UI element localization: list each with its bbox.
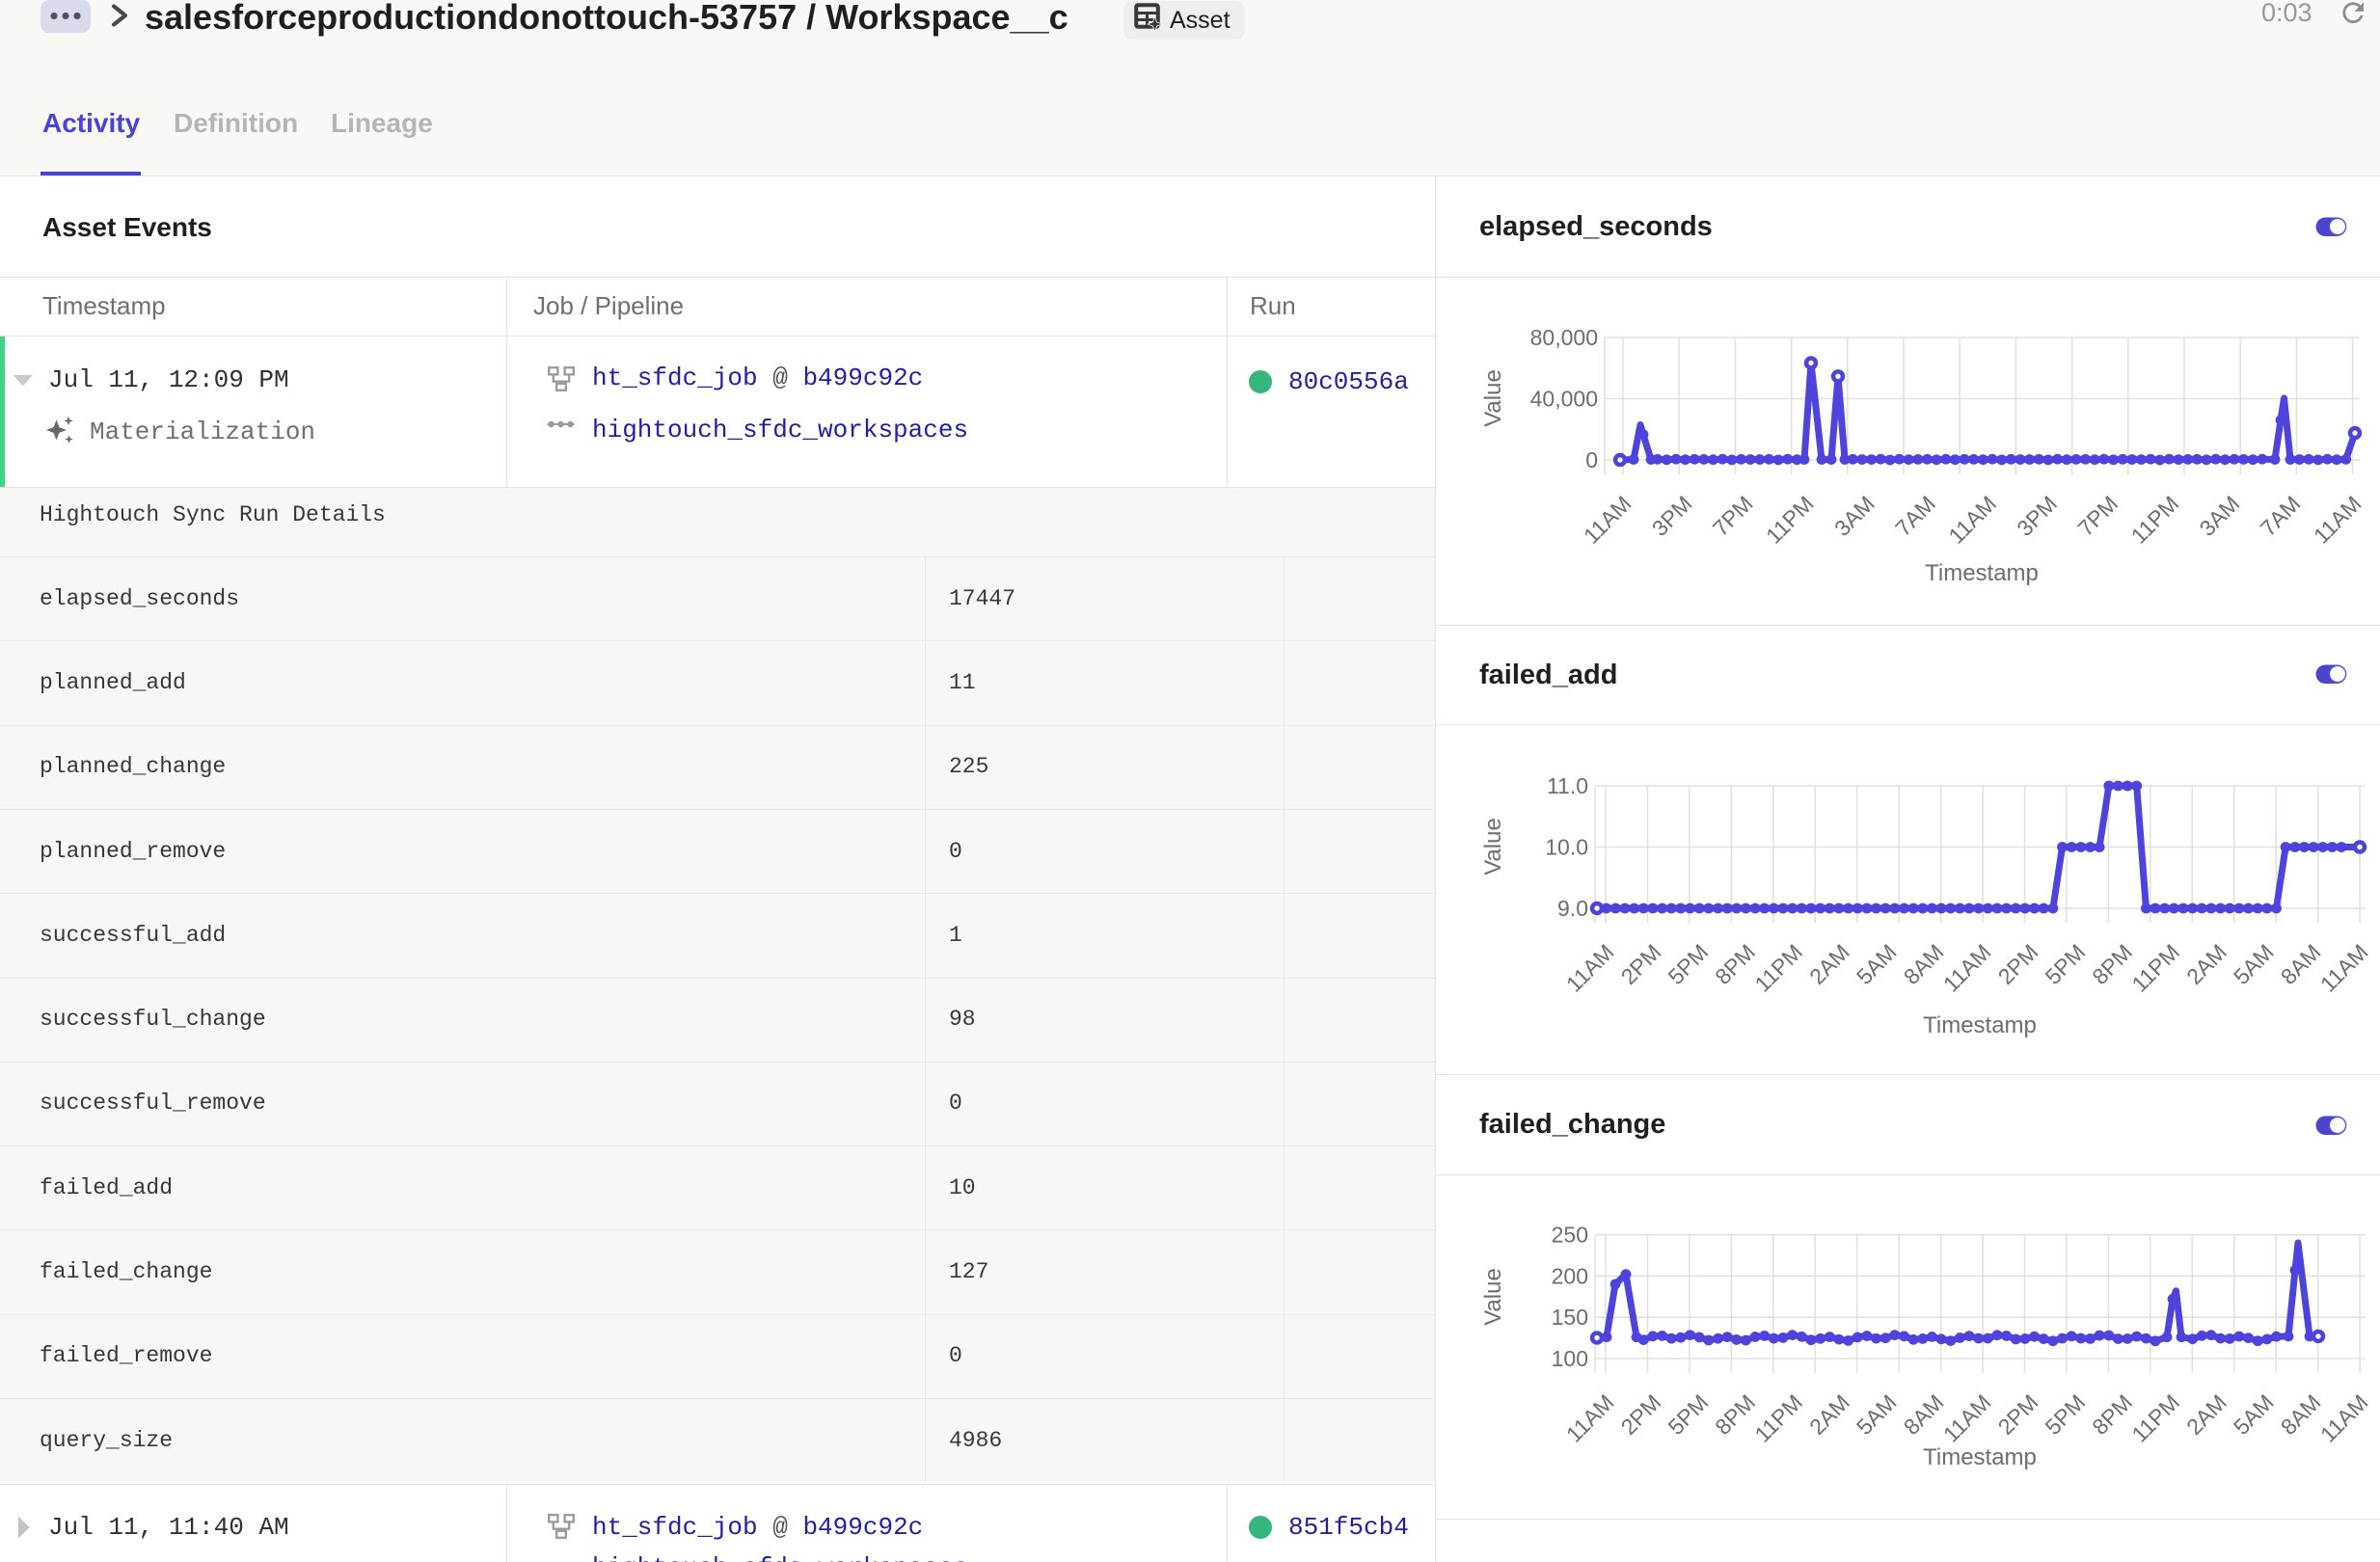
- svg-text:0: 0: [1585, 447, 1598, 472]
- svg-text:5AM: 5AM: [2229, 939, 2279, 989]
- svg-text:11AM: 11AM: [1938, 1389, 1996, 1447]
- svg-text:11PM: 11PM: [2126, 939, 2184, 997]
- svg-text:11AM: 11AM: [2309, 491, 2366, 549]
- svg-text:2PM: 2PM: [1616, 1389, 1666, 1440]
- svg-text:11AM: 11AM: [1943, 491, 2001, 549]
- svg-text:Timestamp: Timestamp: [1923, 1444, 2037, 1470]
- svg-text:250: 250: [1552, 1223, 1588, 1248]
- svg-text:3PM: 3PM: [1647, 491, 1697, 541]
- svg-text:5AM: 5AM: [1852, 1389, 1902, 1440]
- svg-text:7AM: 7AM: [2256, 491, 2306, 541]
- svg-text:7PM: 7PM: [1708, 491, 1758, 541]
- svg-text:11PM: 11PM: [1749, 939, 1807, 997]
- svg-text:2PM: 2PM: [1616, 939, 1666, 989]
- svg-text:Value: Value: [1480, 818, 1506, 875]
- svg-text:2AM: 2AM: [2181, 939, 2231, 989]
- svg-text:11AM: 11AM: [1561, 939, 1619, 997]
- svg-text:2AM: 2AM: [1804, 939, 1854, 989]
- svg-text:11AM: 11AM: [1561, 1389, 1619, 1447]
- svg-text:11AM: 11AM: [1938, 939, 1996, 997]
- svg-text:100: 100: [1552, 1346, 1588, 1371]
- svg-text:80,000: 80,000: [1530, 325, 1598, 350]
- svg-text:3PM: 3PM: [2012, 491, 2062, 541]
- svg-text:2PM: 2PM: [1993, 1389, 2043, 1440]
- svg-text:200: 200: [1552, 1263, 1588, 1288]
- svg-text:11.0: 11.0: [1547, 773, 1588, 798]
- svg-text:5PM: 5PM: [2041, 939, 2091, 989]
- svg-text:11PM: 11PM: [1761, 491, 1819, 549]
- svg-text:Timestamp: Timestamp: [1923, 1012, 2037, 1038]
- svg-text:5AM: 5AM: [1852, 939, 1902, 989]
- svg-text:7AM: 7AM: [1890, 491, 1940, 541]
- svg-text:Timestamp: Timestamp: [1925, 560, 2039, 586]
- svg-text:5AM: 5AM: [2229, 1389, 2279, 1440]
- svg-text:11PM: 11PM: [1749, 1389, 1807, 1447]
- svg-text:2AM: 2AM: [2181, 1389, 2231, 1440]
- svg-text:10.0: 10.0: [1545, 835, 1588, 860]
- svg-text:7PM: 7PM: [2072, 491, 2123, 541]
- svg-text:150: 150: [1552, 1305, 1588, 1330]
- svg-text:3AM: 3AM: [2195, 491, 2245, 541]
- svg-text:11PM: 11PM: [2126, 491, 2184, 549]
- svg-text:9.0: 9.0: [1557, 896, 1588, 921]
- svg-text:40,000: 40,000: [1530, 387, 1598, 412]
- svg-text:5PM: 5PM: [1663, 939, 1714, 989]
- svg-text:2AM: 2AM: [1804, 1389, 1854, 1440]
- svg-text:2PM: 2PM: [1993, 939, 2043, 989]
- svg-text:5PM: 5PM: [2041, 1389, 2091, 1440]
- svg-text:11AM: 11AM: [2315, 1389, 2373, 1447]
- svg-text:3AM: 3AM: [1829, 491, 1880, 541]
- svg-text:5PM: 5PM: [1663, 1389, 1714, 1440]
- svg-text:Value: Value: [1480, 369, 1506, 427]
- svg-text:11AM: 11AM: [1579, 491, 1636, 549]
- svg-text:11AM: 11AM: [2315, 939, 2373, 997]
- svg-text:Value: Value: [1480, 1268, 1506, 1326]
- svg-text:11PM: 11PM: [2126, 1389, 2184, 1447]
